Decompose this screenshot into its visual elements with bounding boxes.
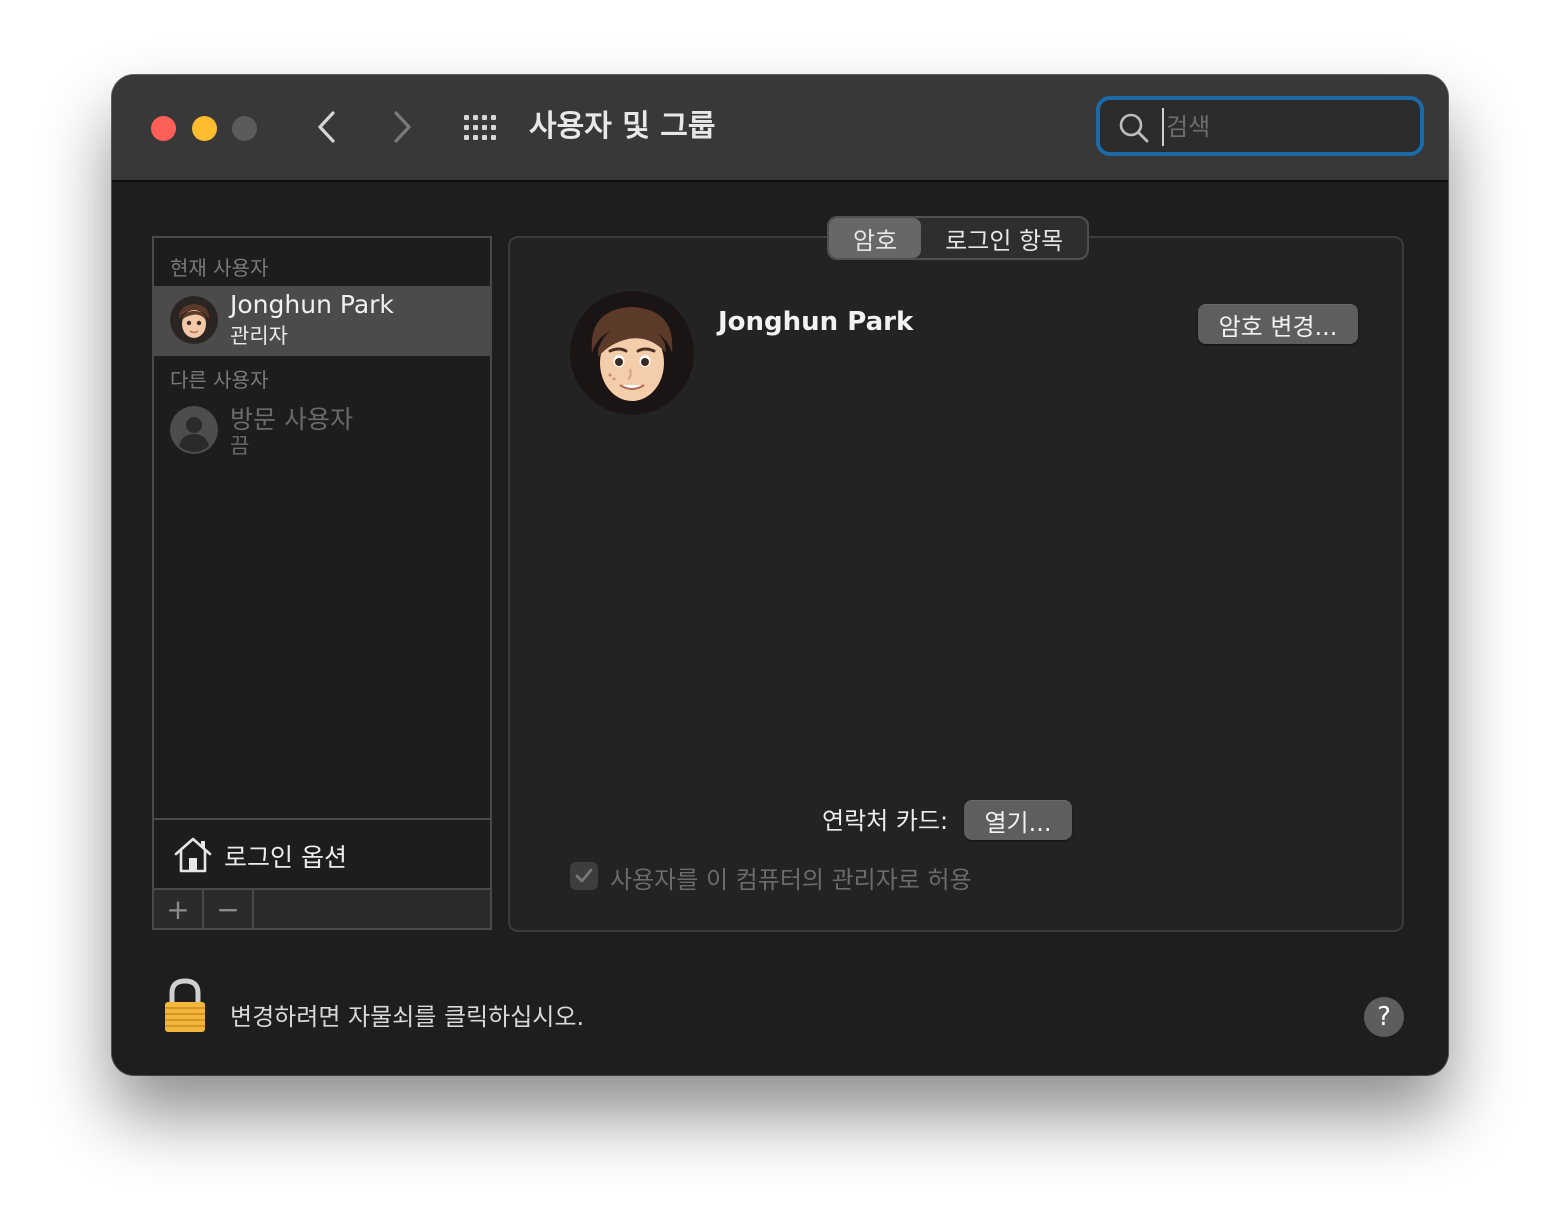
chevron-left-icon [318, 111, 335, 143]
admin-checkbox-label: 사용자를 이 컴퓨터의 관리자로 허용 [610, 866, 972, 894]
home-icon [174, 837, 212, 873]
divider [154, 818, 490, 820]
admin-checkbox[interactable] [570, 862, 598, 890]
user-name: Jonghun Park [230, 290, 394, 319]
divider [154, 354, 490, 356]
zoom-button [232, 116, 257, 141]
user-list-sidebar: 현재 사용자 Jonghun Park 관리자 다른 사용자 방문 사용자 끔 … [152, 236, 492, 930]
close-button[interactable] [151, 116, 176, 141]
lock-message: 변경하려면 자물쇠를 클릭하십시오. [230, 1003, 585, 1031]
user-list-item-guest[interactable]: 방문 사용자 끔 [154, 396, 490, 464]
search-input[interactable] [1162, 108, 1418, 146]
tab-login-items[interactable]: 로그인 항목 [921, 218, 1087, 258]
system-preferences-window: 사용자 및 그룹 현재 사용자 Jonghun Pa [112, 75, 1448, 1075]
show-all-grid-icon [464, 115, 496, 140]
add-user-button[interactable]: + [154, 890, 204, 928]
change-password-button[interactable]: 암호 변경... [1198, 304, 1358, 344]
remove-user-button[interactable]: − [204, 890, 254, 928]
open-contact-card-button[interactable]: 열기... [964, 800, 1072, 840]
forward-button[interactable] [380, 105, 424, 149]
avatar [170, 296, 218, 344]
sidebar-toolbar: + − [152, 888, 492, 930]
lock-button[interactable] [162, 978, 208, 1034]
user-status: 끔 [230, 434, 250, 458]
search-icon [1119, 113, 1149, 143]
show-all-button[interactable] [462, 113, 502, 143]
titlebar: 사용자 및 그룹 [112, 75, 1448, 182]
user-avatar-large[interactable] [570, 291, 694, 415]
minimize-button[interactable] [192, 116, 217, 141]
guest-user-icon [170, 406, 218, 454]
back-button[interactable] [305, 105, 349, 149]
user-role: 관리자 [230, 324, 288, 348]
current-users-header: 현재 사용자 [170, 256, 269, 280]
checkmark-icon [575, 868, 593, 883]
tab-bar: 암호 로그인 항목 [827, 216, 1090, 260]
lock-icon [165, 978, 205, 1032]
contact-card-label: 연락처 카드: [822, 807, 949, 835]
tab-password[interactable]: 암호 [829, 218, 922, 258]
selected-user-name: Jonghun Park [718, 307, 914, 337]
search-field[interactable] [1096, 96, 1424, 156]
help-button[interactable]: ? [1364, 997, 1404, 1037]
window-title: 사용자 및 그룹 [529, 109, 716, 144]
other-users-header: 다른 사용자 [170, 368, 269, 392]
login-options-label: 로그인 옵션 [224, 843, 347, 872]
chevron-right-icon [394, 111, 411, 143]
login-options-item[interactable]: 로그인 옵션 [154, 822, 490, 888]
user-list-item-current[interactable]: Jonghun Park 관리자 [154, 286, 490, 354]
